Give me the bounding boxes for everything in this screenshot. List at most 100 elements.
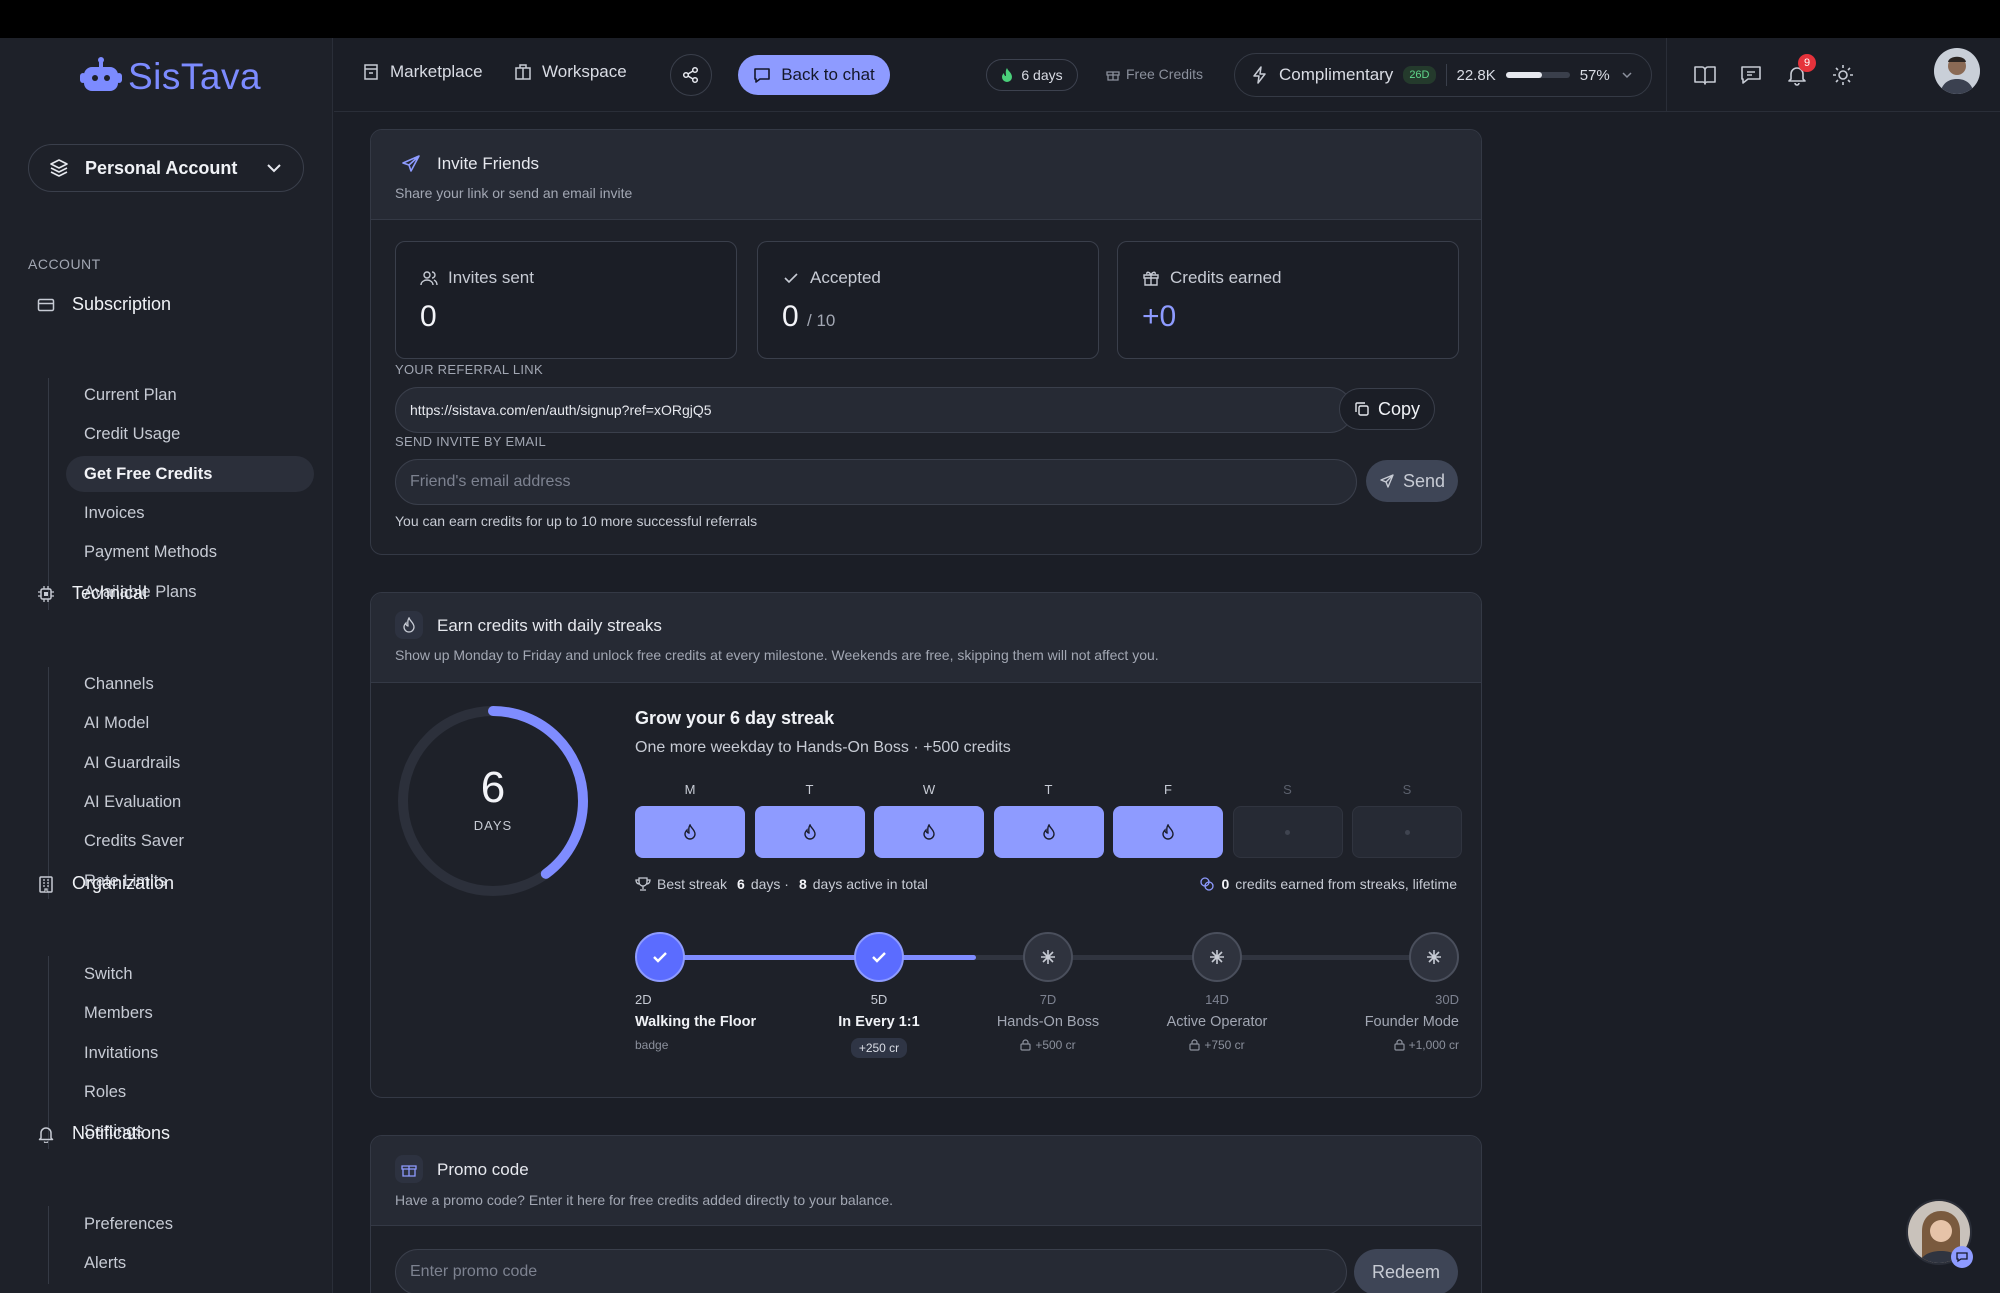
sidebar-group-subscription[interactable]: Subscription bbox=[36, 294, 171, 315]
stat-credits-earned: Credits earned +0 bbox=[1117, 241, 1459, 359]
sidebar-group-technical[interactable]: Technical bbox=[36, 583, 147, 604]
milestone-node-completed bbox=[635, 932, 685, 982]
nav-marketplace-label: Marketplace bbox=[390, 62, 483, 81]
nav-marketplace[interactable]: Marketplace bbox=[362, 62, 483, 82]
bolt-icon bbox=[1253, 66, 1266, 84]
accepted-value-row: 0 / 10 bbox=[782, 300, 835, 334]
plan-name: Complimentary bbox=[1279, 65, 1394, 84]
sidebar-item-label: Payment Methods bbox=[84, 542, 217, 561]
active-total-label: days active in total bbox=[812, 876, 928, 892]
copy-button[interactable]: Copy bbox=[1339, 388, 1435, 430]
sidebar-item-label: AI Guardrails bbox=[84, 753, 181, 772]
dot-icon bbox=[1285, 829, 1290, 835]
email-input-wrap[interactable] bbox=[395, 459, 1357, 505]
lifetime-credits-row: 0 credits earned from streaks, lifetime bbox=[1199, 876, 1457, 892]
feedback-button[interactable] bbox=[1738, 62, 1764, 88]
referral-link-field[interactable]: https://sistava.com/en/auth/signup?ref=x… bbox=[395, 387, 1353, 433]
send-label: Send bbox=[1402, 470, 1446, 491]
users-icon bbox=[420, 271, 438, 286]
invite-card-header: Invite Friends Share your link or send a… bbox=[371, 130, 1481, 220]
streak-ring-value: 6 bbox=[480, 763, 506, 812]
promo-card-title: Promo code bbox=[437, 1160, 529, 1179]
sidebar-item-label: Alerts bbox=[84, 1253, 127, 1272]
user-avatar[interactable] bbox=[1934, 48, 1980, 94]
sidebar-item-ai-guardrails[interactable]: AI Guardrails bbox=[66, 745, 314, 781]
sidebar-group-organization[interactable]: Organization bbox=[36, 873, 174, 894]
friend-email-input[interactable] bbox=[410, 473, 1342, 491]
sidebar-item-invitations[interactable]: Invitations bbox=[66, 1035, 314, 1071]
sidebar-item-credit-usage[interactable]: Credit Usage bbox=[66, 416, 314, 452]
credits-earned-value: +0 bbox=[1142, 300, 1177, 333]
sidebar-item-credits-saver[interactable]: Credits Saver bbox=[66, 823, 314, 859]
sidebar-item-label: Preferences bbox=[84, 1214, 173, 1233]
back-to-chat-label: Back to chat bbox=[781, 65, 875, 84]
sidebar-item-invoices[interactable]: Invoices bbox=[66, 495, 314, 531]
promo-card-header: Promo code Have a promo code? Enter it h… bbox=[371, 1136, 1481, 1226]
sidebar-item-channels[interactable]: Channels bbox=[66, 666, 314, 702]
sidebar-item-ai-evaluation[interactable]: AI Evaluation bbox=[66, 784, 314, 820]
weekday-label: W bbox=[922, 782, 936, 797]
share-button[interactable] bbox=[670, 54, 712, 96]
sidebar-item-ai-model[interactable]: AI Model bbox=[66, 705, 314, 741]
sidebar-item-alerts[interactable]: Alerts bbox=[66, 1245, 314, 1281]
promo-input-wrap[interactable] bbox=[395, 1249, 1347, 1293]
weekday-box-active bbox=[1113, 806, 1223, 858]
referral-link-caption: YOUR REFERRAL LINK bbox=[395, 362, 543, 377]
credit-card-icon bbox=[36, 295, 56, 315]
flame-icon bbox=[923, 824, 935, 840]
share-icon bbox=[682, 66, 699, 84]
flame-icon bbox=[684, 824, 696, 840]
sidebar-group-notifications[interactable]: Notifications bbox=[36, 1123, 170, 1144]
chat-icon bbox=[754, 68, 771, 83]
cpu-icon bbox=[36, 584, 56, 604]
promo-code-card: Promo code Have a promo code? Enter it h… bbox=[370, 1135, 1482, 1293]
tree-line bbox=[48, 378, 49, 610]
check-icon bbox=[784, 273, 798, 284]
sidebar-item-roles[interactable]: Roles bbox=[66, 1074, 314, 1110]
sidebar-item-label: AI Model bbox=[84, 713, 150, 732]
stat-invites-sent: Invites sent 0 bbox=[395, 241, 737, 359]
message-icon bbox=[1741, 66, 1761, 84]
theme-toggle-button[interactable] bbox=[1830, 62, 1856, 88]
redeem-button[interactable]: Redeem bbox=[1354, 1249, 1458, 1293]
sidebar-item-current-plan[interactable]: Current Plan bbox=[66, 377, 314, 413]
best-streak-value: 6 bbox=[737, 876, 745, 892]
weekday-box-inactive bbox=[1232, 806, 1343, 858]
milestone-node-locked bbox=[1409, 932, 1459, 982]
redeem-label: Redeem bbox=[1371, 1261, 1441, 1282]
flame-icon bbox=[1002, 68, 1013, 82]
milestone-reward-text: +500 cr bbox=[1035, 1038, 1076, 1052]
weekday-box-inactive bbox=[1352, 806, 1462, 858]
docs-button[interactable] bbox=[1692, 62, 1718, 88]
credits-earned-label: Credits earned bbox=[1170, 268, 1282, 287]
streak-days-pill[interactable]: 6 days bbox=[986, 59, 1078, 91]
sidebar-item-payment-methods[interactable]: Payment Methods bbox=[66, 534, 314, 570]
account-switcher[interactable]: Personal Account bbox=[28, 144, 304, 192]
streak-days-text: 6 days bbox=[1021, 67, 1063, 83]
free-credits-link[interactable]: Free Credits bbox=[1106, 66, 1203, 82]
milestone-node-locked bbox=[1023, 932, 1073, 982]
sidebar-item-label: Members bbox=[84, 1003, 153, 1022]
back-to-chat-button[interactable]: Back to chat bbox=[738, 55, 890, 95]
sidebar-item-get-free-credits[interactable]: Get Free Credits bbox=[66, 456, 314, 492]
streak-card-subtitle: Show up Monday to Friday and unlock free… bbox=[395, 647, 1159, 663]
weekday-label: T bbox=[1044, 782, 1053, 797]
free-credits-label: Free Credits bbox=[1126, 66, 1204, 82]
sidebar-item-preferences[interactable]: Preferences bbox=[66, 1206, 314, 1242]
gift-icon bbox=[395, 1155, 423, 1183]
promo-code-input[interactable] bbox=[410, 1263, 1332, 1281]
sidebar-item-members[interactable]: Members bbox=[66, 995, 314, 1031]
streak-subheading: One more weekday to Hands-On Boss · +500… bbox=[635, 739, 1011, 756]
nav-workspace[interactable]: Workspace bbox=[514, 62, 627, 82]
logo[interactable]: SisTava bbox=[80, 52, 261, 102]
sun-icon bbox=[1833, 65, 1853, 85]
notifications-button[interactable]: 9 bbox=[1784, 54, 1816, 88]
streak-ring-label: DAYS bbox=[473, 818, 513, 833]
plan-days-badge: 26D bbox=[1403, 66, 1436, 84]
plan-credits-dropdown[interactable]: Complimentary 26D 22.8K 57% bbox=[1234, 53, 1652, 97]
sidebar-item-label: Invitations bbox=[84, 1043, 159, 1062]
send-invite-button[interactable]: Send bbox=[1366, 460, 1458, 502]
sidebar-item-switch[interactable]: Switch bbox=[66, 956, 314, 992]
sidebar-item-label: Current Plan bbox=[84, 385, 177, 404]
invite-card-subtitle: Share your link or send an email invite bbox=[395, 185, 633, 201]
